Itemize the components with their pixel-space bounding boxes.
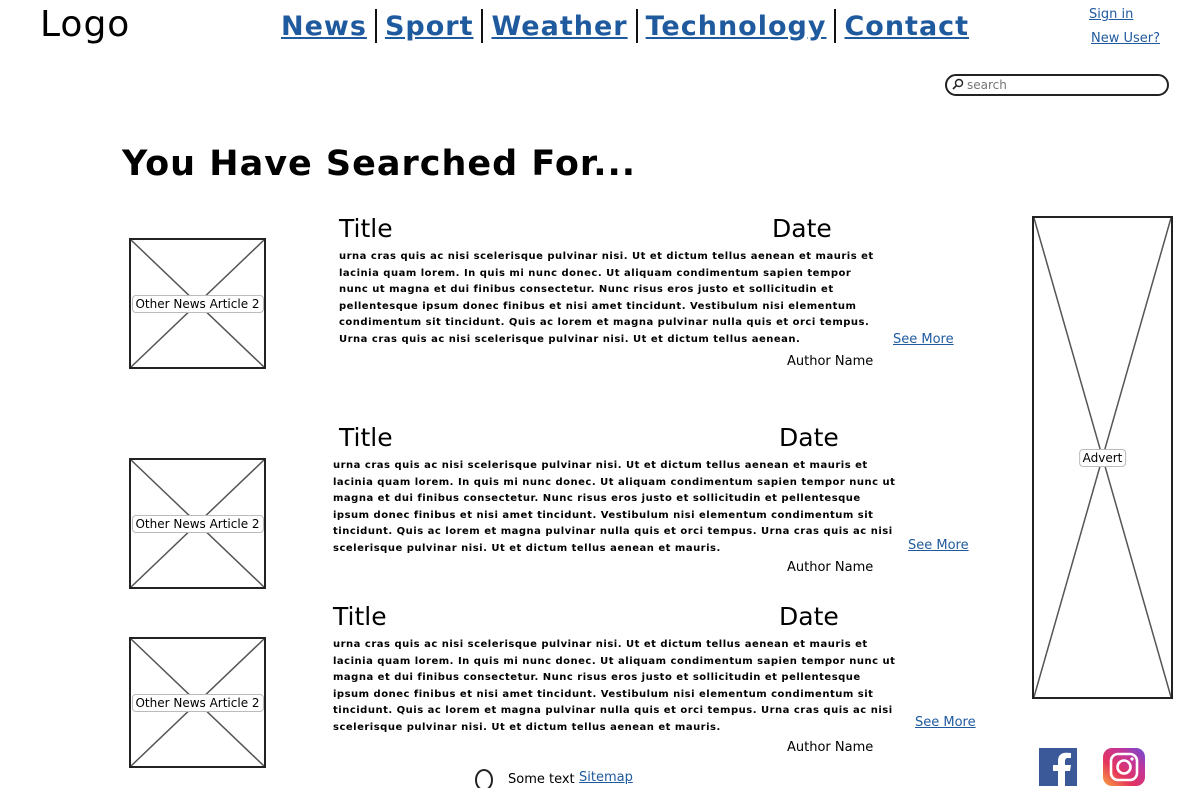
article-image-placeholder[interactable]: Other News Article 2 (129, 637, 266, 768)
search-input[interactable] (967, 77, 1162, 93)
nav-weather[interactable]: Weather (491, 11, 627, 42)
image-label: Other News Article 2 (131, 514, 264, 533)
footer-circle-icon (475, 768, 493, 791)
instagram-icon[interactable] (1103, 748, 1145, 786)
author-name: Author Name (787, 740, 874, 755)
image-label: Other News Article 2 (131, 294, 264, 313)
advert-label: Advert (1078, 448, 1127, 467)
article-title[interactable]: Title (339, 423, 393, 452)
image-label: Other News Article 2 (131, 693, 264, 712)
advert-placeholder[interactable]: Advert (1032, 216, 1173, 699)
see-more-link[interactable]: See More (893, 332, 954, 347)
article-body: urna cras quis ac nisi scelerisque pulvi… (333, 639, 896, 733)
article-body: urna cras quis ac nisi scelerisque pulvi… (339, 251, 874, 345)
nav-divider (834, 9, 837, 43)
see-more-link[interactable]: See More (915, 715, 976, 730)
article-body: urna cras quis ac nisi scelerisque pulvi… (333, 460, 896, 554)
nav-contact[interactable]: Contact (844, 11, 969, 42)
nav-divider (374, 9, 377, 43)
article-image-placeholder[interactable]: Other News Article 2 (129, 238, 266, 369)
search-box[interactable] (945, 74, 1169, 96)
article-title[interactable]: Title (339, 214, 393, 243)
nav-divider (481, 9, 484, 43)
search-icon (952, 78, 964, 90)
article-date: Date (772, 214, 832, 243)
nav-divider (635, 9, 638, 43)
main-nav: News Sport Weather Technology Contact (281, 6, 969, 46)
nav-technology[interactable]: Technology (646, 11, 827, 42)
sitemap-link[interactable]: Sitemap (579, 770, 633, 785)
see-more-link[interactable]: See More (908, 538, 969, 553)
author-name: Author Name (787, 354, 874, 369)
sign-in-link[interactable]: Sign in (1089, 7, 1133, 22)
footer-text: Some text (508, 772, 575, 787)
facebook-icon[interactable] (1039, 748, 1077, 786)
logo[interactable]: Logo (40, 4, 130, 45)
article-title[interactable]: Title (333, 602, 387, 631)
article-date: Date (779, 602, 839, 631)
page-heading: You Have Searched For... (122, 144, 637, 184)
author-name: Author Name (787, 560, 874, 575)
article-image-placeholder[interactable]: Other News Article 2 (129, 458, 266, 589)
nav-sport[interactable]: Sport (385, 11, 474, 42)
article-date: Date (779, 423, 839, 452)
nav-news[interactable]: News (281, 11, 367, 42)
new-user-link[interactable]: New User? (1091, 31, 1160, 46)
